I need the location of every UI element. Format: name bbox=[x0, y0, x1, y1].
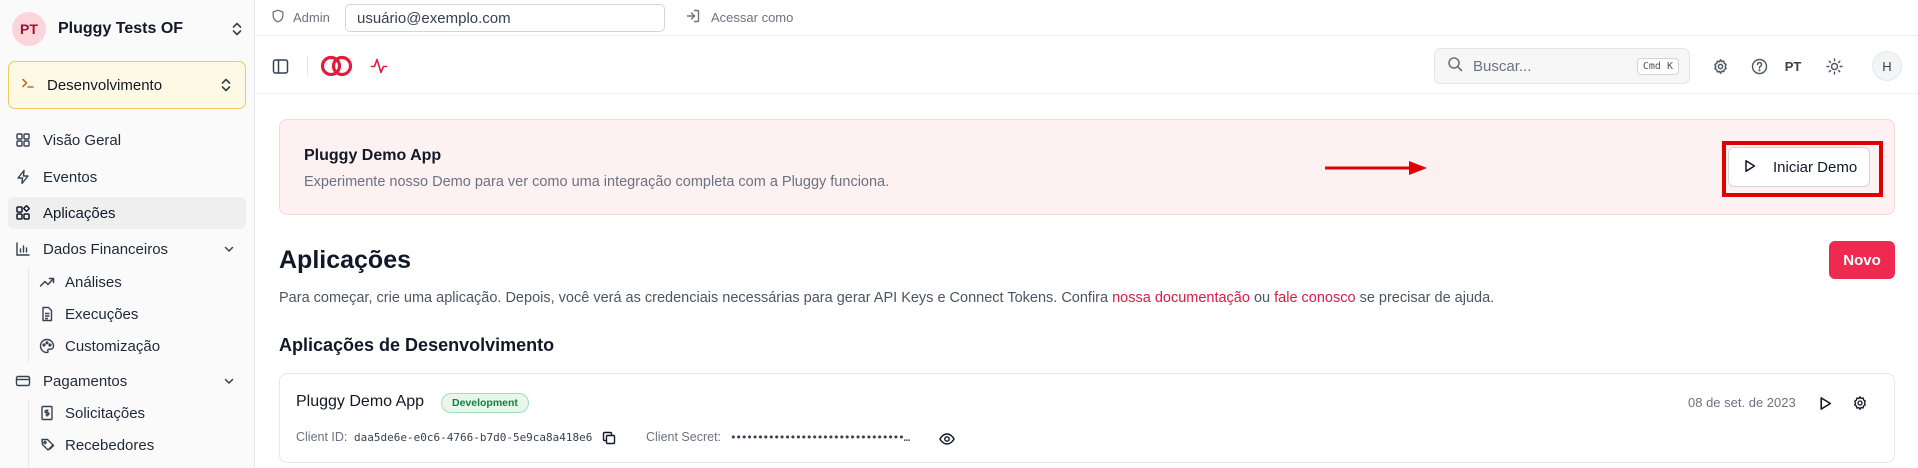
help-icon[interactable] bbox=[1750, 57, 1768, 75]
sidebar-item-customization[interactable]: Customização bbox=[32, 331, 246, 361]
user-avatar[interactable]: H bbox=[1872, 51, 1902, 81]
sidebar-item-label: Solicitações bbox=[65, 404, 146, 422]
org-avatar: PT bbox=[12, 12, 46, 46]
sidebar-item-financial-data[interactable]: Dados Financeiros bbox=[8, 233, 246, 265]
chevron-down-icon bbox=[222, 374, 236, 388]
sidebar-item-label: Pagamentos bbox=[43, 372, 128, 390]
sidebar-item-label: Execuções bbox=[65, 305, 139, 323]
impersonate-button[interactable]: Acessar como bbox=[685, 8, 793, 27]
sidebar-item-apps[interactable]: Aplicações bbox=[8, 197, 246, 229]
demo-banner: Pluggy Demo App Experimente nosso Demo p… bbox=[279, 119, 1895, 215]
play-icon bbox=[1743, 159, 1757, 176]
app-created-date: 08 de set. de 2023 bbox=[1688, 395, 1796, 410]
shield-icon bbox=[271, 9, 285, 26]
contact-link[interactable]: fale conosco bbox=[1274, 290, 1355, 306]
trending-up-icon bbox=[38, 273, 56, 291]
impersonate-email-input[interactable] bbox=[345, 4, 665, 32]
sidebar-item-label: Eventos bbox=[43, 168, 98, 186]
users-icon bbox=[38, 436, 56, 454]
intro-prefix: Para começar, crie uma aplicação. Depois… bbox=[279, 290, 1113, 306]
admin-tag: Admin bbox=[271, 9, 330, 26]
banner-description: Experimente nosso Demo para ver como uma… bbox=[304, 174, 890, 190]
apps-icon bbox=[14, 204, 32, 222]
client-id-value: daa5de6e-e0c6-4766-b7d0-5e9ca8a418e6 bbox=[354, 431, 593, 444]
chevrons-up-down-icon bbox=[219, 76, 233, 94]
search-icon bbox=[1447, 56, 1463, 77]
intro-suffix: se precisar de ajuda. bbox=[1355, 290, 1495, 306]
file-text-icon bbox=[38, 305, 56, 323]
search-placeholder: Buscar... bbox=[1473, 57, 1532, 75]
annotation-arrow-icon bbox=[1325, 161, 1427, 175]
client-secret-value: ••••••••••••••••••••••••••••••••… bbox=[730, 431, 910, 444]
sidebar-item-label: Dados Financeiros bbox=[43, 240, 169, 258]
admin-label: Admin bbox=[293, 10, 330, 25]
sun-icon[interactable] bbox=[1825, 57, 1843, 75]
documentation-link[interactable]: nossa documentação bbox=[1112, 290, 1250, 306]
chevron-down-icon bbox=[222, 242, 236, 256]
sidebar-item-events[interactable]: Eventos bbox=[8, 161, 246, 193]
grid-icon bbox=[14, 131, 32, 149]
sidebar-item-requests[interactable]: Solicitações bbox=[32, 398, 246, 428]
impersonate-label: Acessar como bbox=[711, 10, 794, 25]
credit-card-icon bbox=[14, 372, 32, 390]
section-title: Aplicações de Desenvolvimento bbox=[279, 335, 555, 355]
sidebar-item-label: Customização bbox=[65, 337, 161, 355]
start-demo-label: Iniciar Demo bbox=[1773, 158, 1858, 176]
chevrons-up-down-icon bbox=[230, 20, 244, 38]
page-title: Aplicações bbox=[279, 246, 412, 274]
toolbar-divider bbox=[307, 56, 308, 76]
banner-title: Pluggy Demo App bbox=[304, 147, 442, 164]
submenu-guide bbox=[28, 268, 29, 362]
sidebar-item-label: Análises bbox=[65, 273, 122, 291]
sidebar-item-label: Recebedores bbox=[65, 436, 155, 454]
submenu-guide bbox=[28, 400, 29, 468]
org-name: Pluggy Tests OF bbox=[58, 20, 184, 37]
environment-badge: Development bbox=[441, 393, 529, 413]
top-toolbar: Buscar... Cmd K PT H bbox=[255, 37, 1918, 94]
sidebar-toggle-icon[interactable] bbox=[269, 55, 291, 77]
sidebar-item-recipients[interactable]: Recebedores bbox=[32, 430, 246, 460]
bar-chart-icon bbox=[14, 240, 32, 258]
admin-bar: Admin Acessar como bbox=[255, 0, 1918, 36]
log-in-icon bbox=[685, 8, 701, 27]
zap-icon bbox=[14, 168, 32, 186]
org-switcher[interactable]: PT Pluggy Tests OF bbox=[12, 12, 244, 46]
play-icon[interactable] bbox=[1816, 394, 1834, 412]
search-input[interactable]: Buscar... Cmd K bbox=[1434, 48, 1690, 84]
sidebar-item-executions[interactable]: Execuções bbox=[32, 299, 246, 329]
settings-icon[interactable] bbox=[1851, 394, 1869, 412]
app-card[interactable]: Pluggy Demo App Development 08 de set. d… bbox=[279, 373, 1895, 463]
settings-icon[interactable] bbox=[1711, 57, 1729, 75]
sidebar-item-analyses[interactable]: Análises bbox=[32, 267, 246, 297]
environment-label: Desenvolvimento bbox=[47, 76, 163, 94]
start-demo-button[interactable]: Iniciar Demo bbox=[1728, 147, 1870, 187]
new-app-button[interactable]: Novo bbox=[1829, 241, 1895, 279]
intro-text: Para começar, crie uma aplicação. Depois… bbox=[279, 290, 1494, 306]
language-switcher[interactable]: PT bbox=[1781, 56, 1805, 76]
sidebar-item-payments[interactable]: Pagamentos bbox=[8, 365, 246, 397]
palette-icon bbox=[38, 337, 56, 355]
receipt-icon bbox=[38, 404, 56, 422]
search-shortcut: Cmd K bbox=[1636, 57, 1679, 75]
eye-icon[interactable] bbox=[938, 431, 956, 447]
sidebar: PT Pluggy Tests OF Desenvolvimento Visão… bbox=[0, 0, 255, 468]
terminal-icon bbox=[21, 76, 35, 95]
sidebar-item-label: Visão Geral bbox=[43, 131, 122, 149]
sidebar-item-overview[interactable]: Visão Geral bbox=[8, 124, 246, 156]
sidebar-item-label: Aplicações bbox=[43, 204, 116, 222]
client-id-label: Client ID: bbox=[296, 430, 348, 444]
copy-icon[interactable] bbox=[601, 430, 617, 446]
activity-icon[interactable] bbox=[369, 56, 389, 76]
intro-middle: ou bbox=[1249, 290, 1275, 306]
client-secret-label: Client Secret: bbox=[646, 430, 722, 444]
pluggy-logo-icon[interactable] bbox=[319, 53, 353, 79]
environment-switcher[interactable]: Desenvolvimento bbox=[8, 61, 246, 109]
app-name: Pluggy Demo App bbox=[296, 393, 425, 410]
